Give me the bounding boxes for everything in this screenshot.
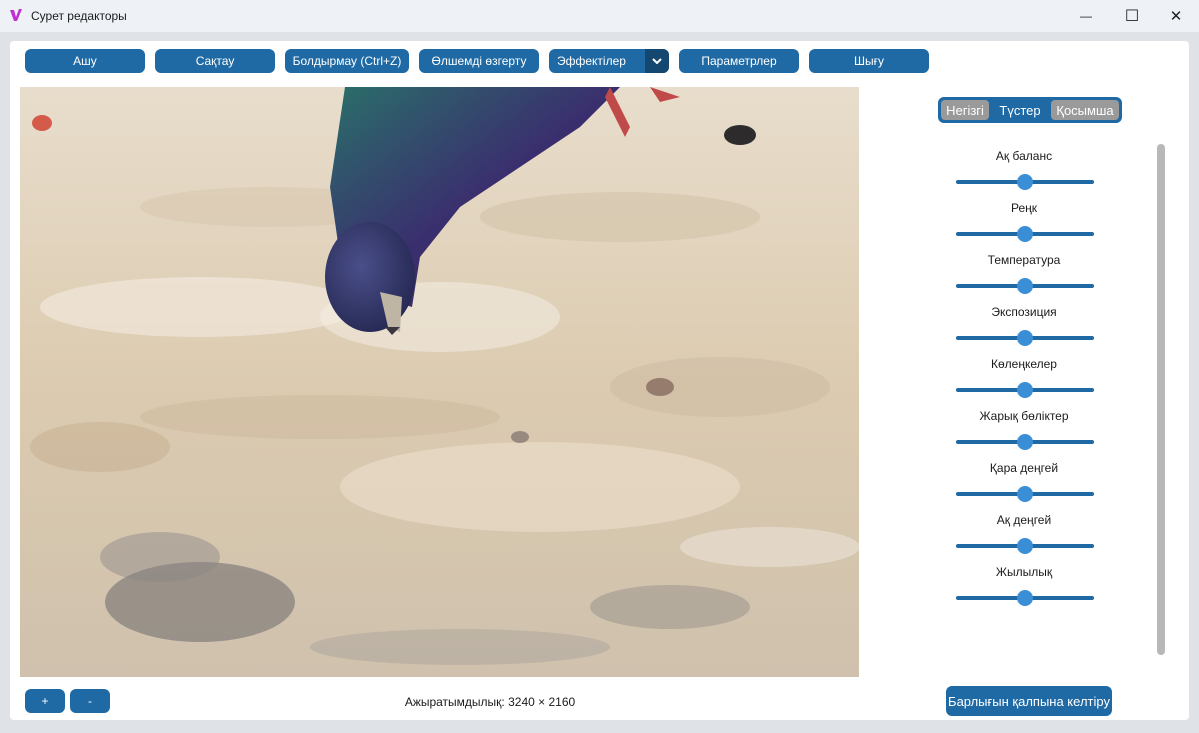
minimize-icon: — <box>1080 9 1092 23</box>
resolution-status: Ажыратымдылық: 3240 × 2160 <box>404 695 576 709</box>
tab-basic[interactable]: Негізгі <box>941 100 989 120</box>
open-button[interactable]: Ашу <box>25 49 145 73</box>
title-bar: Сурет редакторы — ☐ ✕ <box>0 0 1199 32</box>
slider-label-exposure: Экспозиция <box>991 305 1057 319</box>
photo-preview <box>20 87 859 677</box>
slider-knob-hue[interactable] <box>1017 226 1033 242</box>
slider-knob-temperature[interactable] <box>1017 278 1033 294</box>
exit-button[interactable]: Шығу <box>809 49 929 73</box>
tab-colors[interactable]: Түстер <box>991 100 1049 120</box>
tab-additional[interactable]: Қосымша <box>1051 100 1119 120</box>
slider-label-highlights: Жарық бөліктер <box>979 409 1069 423</box>
slider-knob-exposure[interactable] <box>1017 330 1033 346</box>
effects-dropdown-value: Эффектілер <box>557 54 626 68</box>
slider-label-white-level: Ақ деңгей <box>996 513 1052 527</box>
reset-all-button[interactable]: Барлығын қалпына келтіру <box>946 686 1112 716</box>
slider-label-black-level: Қара деңгей <box>989 461 1059 475</box>
tab-bar: Негізгі Түстер Қосымша <box>938 97 1122 123</box>
close-button[interactable]: ✕ <box>1153 0 1199 32</box>
slider-label-white-balance: Ақ баланс <box>995 149 1053 163</box>
app-logo-icon <box>10 9 22 21</box>
slider-knob-black-level[interactable] <box>1017 486 1033 502</box>
resize-button[interactable]: Өлшемді өзгерту <box>419 49 539 73</box>
close-icon: ✕ <box>1169 8 1183 25</box>
slider-label-warmth: Жылылық <box>995 565 1053 579</box>
slider-knob-white-balance[interactable] <box>1017 174 1033 190</box>
save-button[interactable]: Сақтау <box>155 49 275 73</box>
zoom-in-button[interactable]: + <box>25 689 65 713</box>
slider-knob-shadows[interactable] <box>1017 382 1033 398</box>
slider-label-hue: Реңк <box>1010 201 1038 215</box>
settings-button[interactable]: Параметрлер <box>679 49 799 73</box>
sidebar-scrollbar[interactable] <box>1157 144 1165 655</box>
minimize-button[interactable]: — <box>1063 0 1109 32</box>
slider-label-shadows: Көлеңкелер <box>991 357 1057 371</box>
maximize-icon: ☐ <box>1124 8 1140 25</box>
slider-knob-warmth[interactable] <box>1017 590 1033 606</box>
chevron-down-icon[interactable] <box>645 49 669 73</box>
image-canvas[interactable] <box>20 87 859 677</box>
slider-knob-highlights[interactable] <box>1017 434 1033 450</box>
zoom-out-button[interactable]: - <box>70 689 110 713</box>
slider-knob-white-level[interactable] <box>1017 538 1033 554</box>
undo-button[interactable]: Болдырмау (Ctrl+Z) <box>285 49 409 73</box>
window-title: Сурет редакторы <box>31 9 127 23</box>
effects-dropdown[interactable]: Эффектілер <box>549 49 669 73</box>
slider-label-temperature: Температура <box>987 253 1061 267</box>
maximize-button[interactable]: ☐ <box>1109 0 1155 32</box>
